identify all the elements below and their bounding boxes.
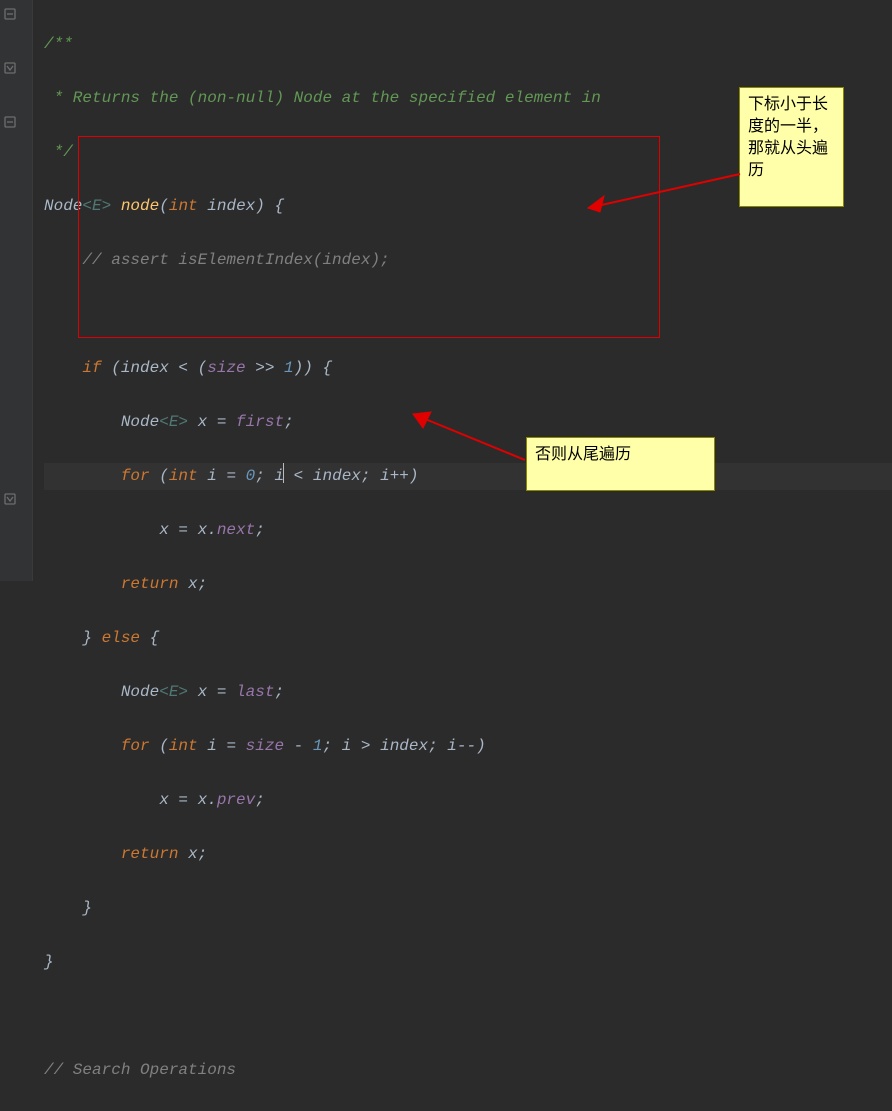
fold-minus-icon[interactable] bbox=[4, 8, 16, 20]
doc-comment: */ bbox=[44, 143, 73, 161]
doc-comment: /** bbox=[44, 35, 73, 53]
fold-minus-icon[interactable] bbox=[4, 116, 16, 128]
fold-close-icon[interactable] bbox=[4, 62, 16, 74]
doc-comment: * Returns the (non-null) Node at the spe… bbox=[44, 89, 601, 107]
commented-code: // assert isElementIndex(index); bbox=[82, 251, 389, 269]
section-comment: // Search Operations bbox=[44, 1061, 236, 1079]
annotation-note-top: 下标小于长度的一半，那就从头遍历 bbox=[739, 87, 844, 207]
fold-close-icon[interactable] bbox=[4, 493, 16, 505]
method-name: node bbox=[121, 197, 159, 215]
editor-gutter bbox=[0, 0, 33, 581]
annotation-note-bottom: 否则从尾遍历 bbox=[526, 437, 715, 491]
